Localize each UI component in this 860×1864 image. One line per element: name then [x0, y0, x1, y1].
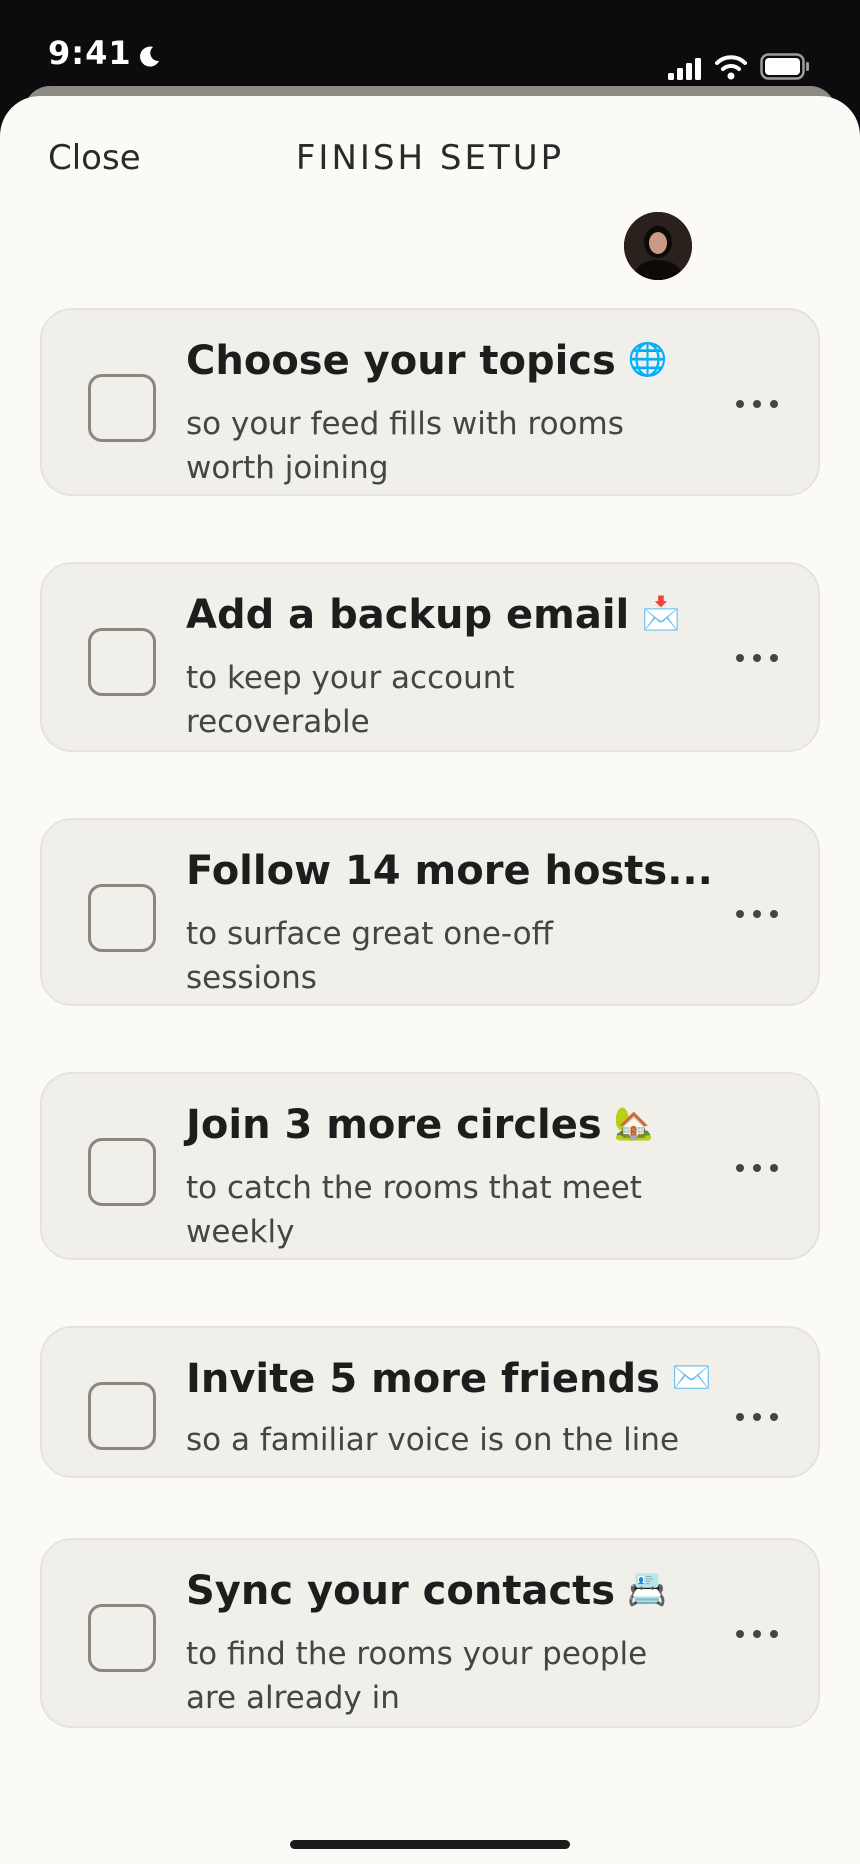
- task-subtitle: to keep your account recoverable: [186, 660, 515, 740]
- task-card-join-circles[interactable]: Join 3 more circles 🏡 to catch the rooms …: [40, 1072, 820, 1260]
- task-checkbox[interactable]: [88, 374, 156, 442]
- task-checkbox[interactable]: [88, 628, 156, 696]
- avatar-image: [624, 212, 692, 280]
- house-icon: 🏡: [613, 1104, 654, 1142]
- task-checkbox[interactable]: [88, 884, 156, 952]
- status-bar: 9:41: [0, 0, 860, 96]
- more-icon[interactable]: [732, 1153, 782, 1183]
- more-icon[interactable]: [732, 389, 782, 419]
- globe-icon: 🌐: [627, 340, 668, 378]
- task-card-sync-contacts[interactable]: Sync your contacts 📇 to find the rooms yo…: [40, 1538, 820, 1728]
- status-time: 9:41: [48, 34, 132, 72]
- task-card-invite-friends[interactable]: Invite 5 more friends ✉️ so a familiar vo…: [40, 1326, 820, 1478]
- task-title: Join 3 more circles 🏡: [186, 1102, 654, 1148]
- more-icon[interactable]: [732, 1619, 782, 1649]
- task-card-backup-email[interactable]: Add a backup email 📩 to keep your account…: [40, 562, 820, 752]
- more-icon[interactable]: [732, 643, 782, 673]
- task-title-text: Join 3 more circles: [186, 1102, 602, 1148]
- task-checkbox[interactable]: [88, 1604, 156, 1672]
- task-checkbox[interactable]: [88, 1382, 156, 1450]
- task-title: Choose your topics 🌐: [186, 338, 668, 384]
- task-subtitle: so your feed fills with rooms worth join…: [186, 406, 624, 486]
- task-title-text: Follow 14 more hosts...: [186, 848, 713, 894]
- task-checkbox[interactable]: [88, 1138, 156, 1206]
- task-subtitle: to catch the rooms that meet weekly: [186, 1170, 642, 1250]
- page-title: FINISH SETUP: [295, 138, 565, 178]
- task-card-follow-hosts[interactable]: Follow 14 more hosts... to surface great…: [40, 818, 820, 1006]
- task-subtitle: so a familiar voice is on the line: [186, 1422, 680, 1458]
- avatar[interactable]: [624, 212, 692, 280]
- task-title: Invite 5 more friends ✉️: [186, 1356, 712, 1402]
- task-title-text: Invite 5 more friends: [186, 1356, 660, 1402]
- battery-icon: [760, 53, 809, 80]
- more-icon[interactable]: [732, 1402, 782, 1432]
- task-title-text: Choose your topics: [186, 338, 616, 384]
- signal-icon: [668, 58, 701, 80]
- home-indicator: [290, 1840, 570, 1849]
- envelope-arrow-icon: 📩: [641, 594, 682, 632]
- wifi-icon: [715, 55, 747, 80]
- task-title: Add a backup email 📩: [186, 592, 681, 638]
- task-title-text: Sync your contacts: [186, 1568, 616, 1614]
- task-title: Sync your contacts 📇: [186, 1568, 667, 1614]
- moon-icon: [140, 46, 159, 67]
- task-title: Follow 14 more hosts...: [186, 848, 713, 894]
- card-index-icon: 📇: [627, 1570, 667, 1608]
- task-card-choose-topics[interactable]: Choose your topics 🌐 so your feed fills w…: [40, 308, 820, 496]
- task-subtitle: to find the rooms your people are alread…: [186, 1636, 648, 1716]
- task-subtitle: to surface great one-off sessions: [186, 916, 553, 996]
- more-icon[interactable]: [732, 899, 782, 929]
- envelope-icon: ✉️: [671, 1358, 712, 1396]
- setup-sheet: Close FINISH SETUP Choose your topics 🌐 s…: [0, 96, 860, 1864]
- task-title-text: Add a backup email: [186, 592, 630, 638]
